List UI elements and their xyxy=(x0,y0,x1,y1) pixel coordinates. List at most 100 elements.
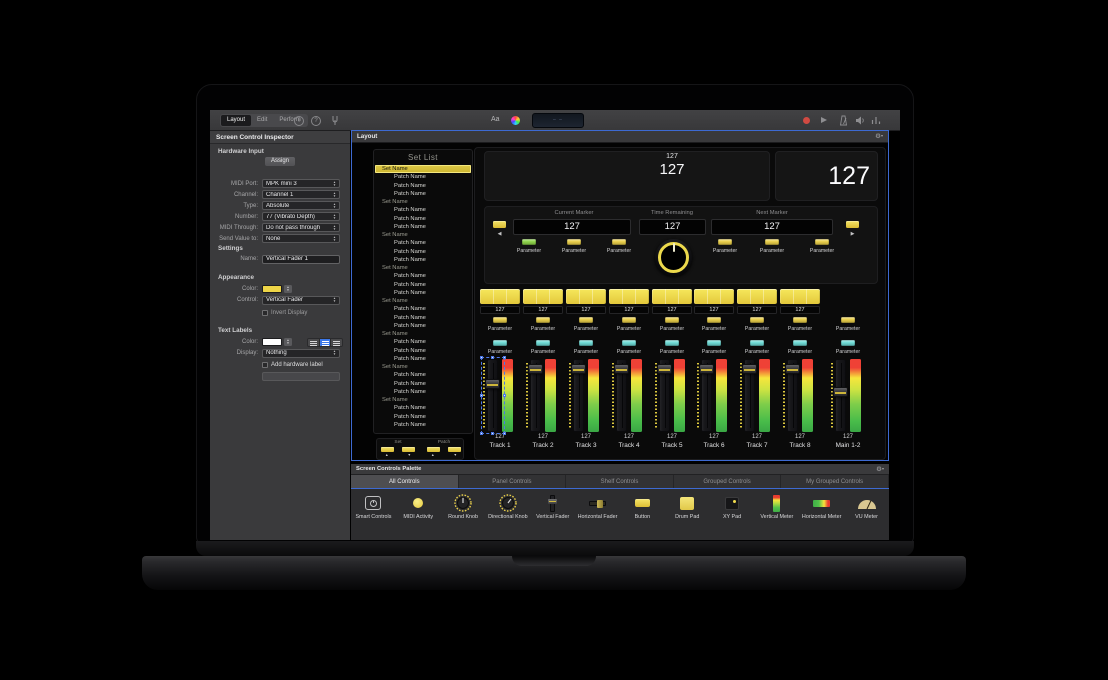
patch-row[interactable]: Patch Name xyxy=(374,371,472,379)
drum-pad[interactable] xyxy=(609,289,649,304)
palette-tab[interactable]: Shelf Controls xyxy=(566,475,674,488)
drum-pad[interactable] xyxy=(780,289,820,304)
palette-item[interactable]: Button xyxy=(620,492,665,539)
set-row[interactable]: Set Name xyxy=(374,231,472,239)
text-style-icon[interactable]: Aa xyxy=(491,116,500,123)
palette-tab[interactable]: Grouped Controls xyxy=(674,475,782,488)
speaker-icon[interactable] xyxy=(855,115,865,126)
palette-tab[interactable]: My Grouped Controls xyxy=(781,475,889,488)
info-icon[interactable]: i xyxy=(294,116,304,126)
set-prev-button[interactable] xyxy=(381,447,394,452)
fader-cap[interactable] xyxy=(571,364,586,374)
parameter-led-button[interactable] xyxy=(750,340,764,346)
parameter-led-button[interactable] xyxy=(536,340,550,346)
fader-cap[interactable] xyxy=(614,364,629,374)
patch-prev-button[interactable] xyxy=(427,447,440,452)
palette-item[interactable]: Directional Knob xyxy=(485,492,530,539)
drum-pad[interactable] xyxy=(652,289,692,304)
patch-row[interactable]: Patch Name xyxy=(374,256,472,264)
palette-actions-gear-icon[interactable]: ⚙▾ xyxy=(876,464,884,475)
patch-row[interactable]: Patch Name xyxy=(374,223,472,231)
number-dropdown[interactable]: 77 (Vibrato Depth)▲▼ xyxy=(262,212,340,221)
parameter-led-button[interactable] xyxy=(718,239,732,245)
metronome-icon[interactable] xyxy=(839,115,848,126)
patch-row[interactable]: Patch Name xyxy=(374,355,472,363)
type-dropdown[interactable]: Absolute▲▼ xyxy=(262,201,340,210)
palette-tab[interactable]: Panel Controls xyxy=(459,475,567,488)
set-row[interactable]: Set Name xyxy=(374,363,472,371)
channel-dropdown[interactable]: Channel 1▲▼ xyxy=(262,190,340,199)
next-marker-display[interactable]: 127 xyxy=(711,219,833,235)
patch-row[interactable]: Patch Name xyxy=(374,388,472,396)
parameter-led-button[interactable] xyxy=(612,239,626,245)
patch-row[interactable]: Patch Name xyxy=(374,182,472,190)
fader-cap[interactable] xyxy=(657,364,672,374)
patch-row[interactable]: Patch Name xyxy=(374,413,472,421)
patch-row[interactable]: Patch Name xyxy=(374,248,472,256)
set-row[interactable]: Set Name xyxy=(375,165,471,173)
parameter-led-button[interactable] xyxy=(750,317,764,323)
big-value-display[interactable]: 127 xyxy=(775,151,878,201)
patch-row[interactable]: Patch Name xyxy=(374,404,472,412)
assign-button[interactable]: Assign xyxy=(265,157,295,166)
parameter-led-button[interactable] xyxy=(765,239,779,245)
time-remaining-display[interactable]: 127 xyxy=(639,219,706,235)
palette-tab[interactable]: All Controls xyxy=(351,475,459,488)
current-marker-display[interactable]: 127 xyxy=(513,219,631,235)
parameter-led-button[interactable] xyxy=(493,340,507,346)
parameter-led-button[interactable] xyxy=(622,317,636,323)
mode-tab-edit[interactable]: Edit xyxy=(251,115,273,126)
color-swatch[interactable] xyxy=(262,285,282,293)
palette-item[interactable]: MIDI Activity xyxy=(396,492,441,539)
parameter-led-button[interactable] xyxy=(493,317,507,323)
fader-cap[interactable] xyxy=(742,364,757,374)
patch-row[interactable]: Patch Name xyxy=(374,272,472,280)
parameter-led-button[interactable] xyxy=(567,239,581,245)
midi-port-dropdown[interactable]: MPK mini 3▲▼ xyxy=(262,179,340,188)
parameter-led-button[interactable] xyxy=(665,317,679,323)
patch-row[interactable]: Patch Name xyxy=(374,421,472,429)
patch-row[interactable]: Patch Name xyxy=(374,322,472,330)
midi-through-dropdown[interactable]: Do not pass through▲▼ xyxy=(262,223,340,232)
align-left-button[interactable] xyxy=(308,339,319,346)
send-value-to-dropdown[interactable]: None▲▼ xyxy=(262,234,340,243)
parameter-led-button[interactable] xyxy=(841,340,855,346)
set-row[interactable]: Set Name xyxy=(374,297,472,305)
drum-pad[interactable] xyxy=(480,289,520,304)
color-stepper-icon[interactable]: ▲▼ xyxy=(284,285,292,293)
next-arrow-icon[interactable]: ▶ xyxy=(846,231,859,237)
palette-item[interactable]: Round Knob xyxy=(441,492,486,539)
fader-cap[interactable] xyxy=(833,387,848,397)
help-icon[interactable]: ? xyxy=(311,116,321,126)
align-right-button[interactable] xyxy=(330,339,342,346)
parameter-led-button[interactable] xyxy=(579,340,593,346)
set-row[interactable]: Set Name xyxy=(374,396,472,404)
parameter-led-button[interactable] xyxy=(707,317,721,323)
patch-row[interactable]: Patch Name xyxy=(374,314,472,322)
tuner-icon[interactable] xyxy=(330,115,340,126)
set-row[interactable]: Set Name xyxy=(374,198,472,206)
parameter-led-button[interactable] xyxy=(522,239,536,245)
parameter-led-button[interactable] xyxy=(665,340,679,346)
parameter-led-button[interactable] xyxy=(793,340,807,346)
palette-item[interactable]: Horizontal Meter xyxy=(799,492,844,539)
patch-row[interactable]: Patch Name xyxy=(374,305,472,313)
name-field[interactable]: Vertical Fader 1 xyxy=(262,255,340,264)
patch-row[interactable]: Patch Name xyxy=(374,239,472,247)
patch-row[interactable]: Patch Name xyxy=(374,380,472,388)
drum-pad[interactable] xyxy=(694,289,734,304)
palette-item[interactable]: Vertical Meter xyxy=(754,492,799,539)
selection-box[interactable] xyxy=(481,357,505,434)
play-button[interactable] xyxy=(821,117,827,123)
patch-next-button[interactable] xyxy=(448,447,461,452)
color-stepper-icon[interactable]: ▲▼ xyxy=(284,338,292,346)
parameter-led-button[interactable] xyxy=(793,317,807,323)
workspace-actions-gear-icon[interactable]: ⚙▾ xyxy=(875,131,883,142)
display-dropdown[interactable]: Nothing▲▼ xyxy=(262,349,340,358)
patch-row[interactable]: Patch Name xyxy=(374,215,472,223)
lcd-display[interactable]: – – xyxy=(532,113,584,128)
record-button[interactable] xyxy=(803,117,810,124)
set-next-button[interactable] xyxy=(402,447,415,452)
drum-pad[interactable] xyxy=(737,289,777,304)
mode-tab-layout[interactable]: Layout xyxy=(221,115,251,126)
